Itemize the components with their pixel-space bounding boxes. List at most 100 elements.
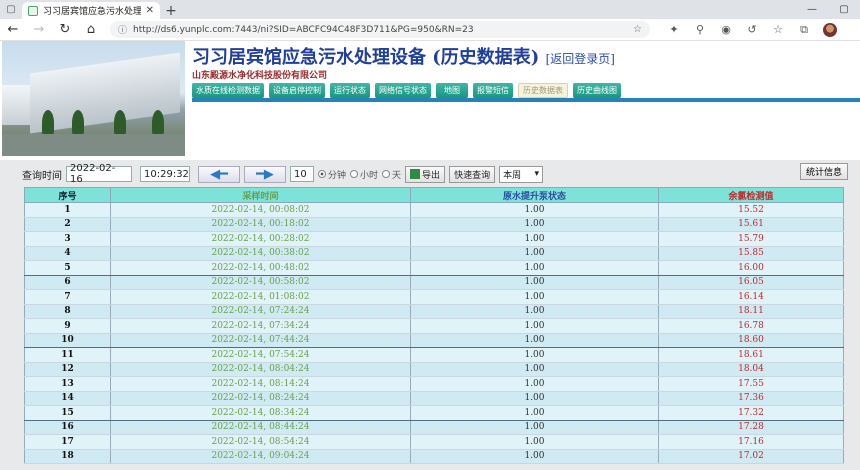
forward-arrow-icon[interactable]: → [26,19,52,41]
row-index-cell: 1 [24,202,111,218]
pump-status-cell: 1.00 [410,362,659,377]
quick-query-button[interactable]: 快速查询 [449,165,496,183]
chlorine-value-cell: 16.00 [658,260,844,276]
minimize-icon[interactable]: — [796,0,828,19]
address-bar[interactable]: ⓘ http://ds6.yunplc.com:7443/ni?SID=ABCF… [110,21,650,38]
row-index-cell: 10 [24,333,111,348]
extension-shield-icon[interactable]: ◉ [714,19,738,41]
pump-status-cell: 1.00 [410,376,659,392]
unit-hour-radio[interactable]: 小时 [350,168,378,181]
tab-actions-icon[interactable]: ▢ [0,0,22,19]
sample-time-cell: 2022-02-14, 08:24:24 [110,391,411,406]
right-arrow-icon: ━▶ [256,166,274,182]
next-period-button[interactable]: ━▶ [244,165,286,183]
chlorine-value-cell: 18.04 [658,362,844,377]
back-arrow-icon[interactable]: ← [0,19,26,41]
sample-time-cell: 2022-02-14, 00:38:02 [110,246,411,261]
table-row: 7 2022-02-14, 01:08:02 1.00 16.14 [24,289,844,305]
table-row: 6 2022-02-14, 00:58:02 1.00 16.05 [24,275,844,290]
table-row: 9 2022-02-14, 07:34:24 1.00 16.78 [24,318,844,334]
url-text[interactable]: http://ds6.yunplc.com:7443/ni?SID=ABCFC9… [133,25,627,35]
menu-device-control[interactable]: 设备启停控制 [269,83,325,98]
table-row: 16 2022-02-14, 08:44:24 1.00 17.28 [24,420,844,435]
row-index-cell: 2 [24,217,111,232]
table-row: 3 2022-02-14, 00:28:02 1.00 15.79 [24,231,844,247]
sample-time-cell: 2022-02-14, 07:24:24 [110,304,411,319]
refresh-extension-icon[interactable]: ↺ [740,19,764,41]
pump-status-cell: 1.00 [410,304,659,319]
query-date-input[interactable]: 2022-02-16 [66,163,132,185]
sample-time-cell: 2022-02-14, 07:44:24 [110,333,411,348]
table-row: 15 2022-02-14, 08:34:24 1.00 17.32 [24,405,844,421]
table-row: 18 2022-02-14, 09:04:24 1.00 17.02 [24,449,844,464]
maximize-icon[interactable]: ▢ [828,0,860,19]
menu-history-curve[interactable]: 历史曲线图 [573,83,621,98]
return-login-link[interactable]: [返回登录页] [546,52,615,66]
extension-icon[interactable]: ✦ [662,19,686,41]
sample-time-cell: 2022-02-14, 00:28:02 [110,231,411,247]
page-title: 习习居宾馆应急污水处理设备 (历史数据表) [返回登录页] [192,43,615,69]
pump-status-cell: 1.00 [410,231,659,247]
favorites-icon[interactable]: ☆ [766,19,790,41]
sample-time-cell: 2022-02-14, 00:48:02 [110,260,411,276]
table-body: 1 2022-02-14, 00:08:02 1.00 15.52 2 2022-02-1… [24,202,844,464]
sample-time-cell: 2022-02-14, 00:08:02 [110,202,411,218]
unit-day-label: 天 [392,170,402,181]
statistics-button[interactable]: 统计信息 [800,163,849,180]
export-button[interactable]: 导出 [405,165,446,183]
menu-water-quality[interactable]: 水质在线检测数据 [192,83,264,98]
chlorine-value-cell: 18.60 [658,333,844,348]
sample-time-cell: 2022-02-14, 00:18:02 [110,217,411,232]
chlorine-value-cell: 17.28 [658,420,844,435]
sample-time-cell: 2022-02-14, 08:44:24 [110,420,411,435]
unit-day-radio[interactable]: 天 [382,168,401,181]
row-index-cell: 7 [24,289,111,305]
company-name: 山东殿源水净化科技股份有限公司 [192,71,328,81]
column-header-pump-status: 原水提升泵状态 [410,187,659,203]
close-tab-icon[interactable]: ✕ [146,5,154,16]
menu-run-status[interactable]: 运行状态 [330,83,370,98]
chlorine-value-cell: 16.05 [658,275,844,290]
browser-tab[interactable]: 习习居宾馆应急污水处理设备 ✕ [22,2,160,19]
chlorine-value-cell: 17.32 [658,405,844,421]
table-header-row: 序号 采样时间 原水提升泵状态 余氯检测值 [24,187,844,203]
collections-icon[interactable]: ⧉ [792,19,816,41]
menu-network-signal[interactable]: 网络信号状态 [375,83,431,98]
reload-icon[interactable]: ↻ [52,19,78,41]
chlorine-value-cell: 17.02 [658,449,844,464]
row-index-cell: 18 [24,449,111,464]
pump-status-cell: 1.00 [410,289,659,305]
menu-alarm-sms[interactable]: 报警短信 [473,83,513,98]
favorite-star-icon[interactable]: ☆ [633,24,642,35]
main-menu: 水质在线检测数据 设备启停控制 运行状态 网络信号状态 地图 报警短信 历史数据… [192,83,621,98]
previous-period-button[interactable]: ◀━ [198,165,240,183]
pump-status-cell: 1.00 [410,391,659,406]
home-icon[interactable]: ⌂ [78,19,104,41]
table-row: 17 2022-02-14, 08:54:24 1.00 17.16 [24,434,844,450]
search-icon[interactable]: ⚲ [688,19,712,41]
unit-minute-label: 分钟 [328,170,347,181]
unit-minute-radio[interactable]: 分钟 [318,168,346,181]
excel-icon [410,169,421,179]
radio-icon [350,170,359,178]
profile-avatar[interactable] [823,22,837,37]
browser-toolbar: ← → ↻ ⌂ ⓘ http://ds6.yunplc.com:7443/ni?… [0,19,860,41]
period-select-value: 本周 [503,170,522,181]
chlorine-value-cell: 16.14 [658,289,844,305]
pump-status-cell: 1.00 [410,246,659,261]
query-bar: 查询时间 2022-02-16 10:29:32 ◀━ ━▶ 10 分钟 小时 … [22,163,544,185]
row-index-cell: 9 [24,318,111,334]
table-row: 14 2022-02-14, 08:24:24 1.00 17.36 [24,391,844,406]
new-tab-icon[interactable]: + [160,2,182,19]
menu-history-table[interactable]: 历史数据表 [518,83,568,98]
history-query-panel: 查询时间 2022-02-16 10:29:32 ◀━ ━▶ 10 分钟 小时 … [0,160,860,470]
sample-time-cell: 2022-02-14, 07:34:24 [110,318,411,334]
query-time-input[interactable]: 10:29:32 [140,166,190,182]
table-row: 12 2022-02-14, 08:04:24 1.00 18.04 [24,362,844,377]
menu-map[interactable]: 地图 [436,83,468,98]
interval-count-input[interactable]: 10 [290,166,314,182]
chlorine-value-cell: 17.36 [658,391,844,406]
period-select[interactable]: 本周 ▾ [499,165,544,183]
chlorine-value-cell: 15.85 [658,246,844,261]
security-info-icon[interactable]: ⓘ [118,23,127,36]
